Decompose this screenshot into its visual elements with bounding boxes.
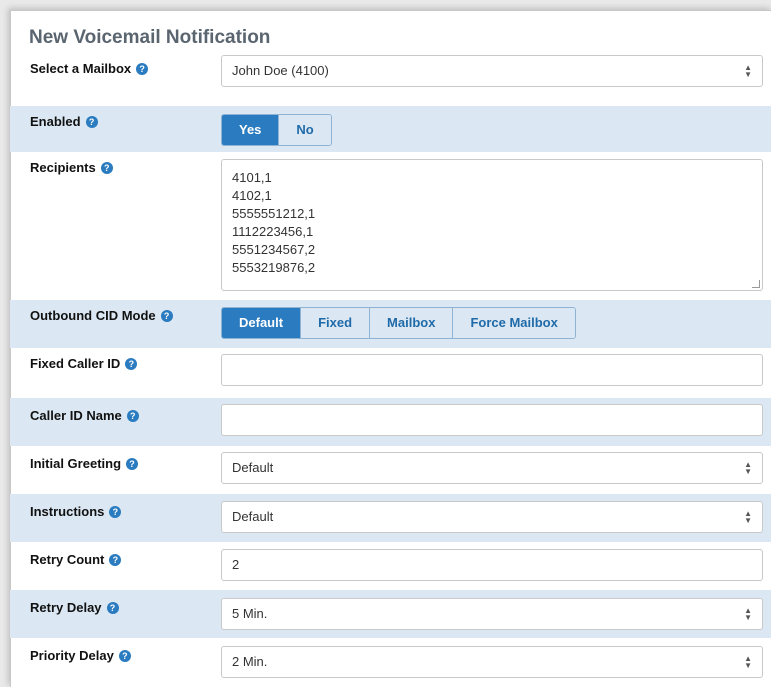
- fixed-caller-id-input[interactable]: [221, 354, 763, 386]
- help-icon[interactable]: ?: [109, 506, 122, 518]
- cid-mode-toggle: Default Fixed Mailbox Force Mailbox: [221, 307, 576, 339]
- priority-delay-select[interactable]: 2 Min. ▲ ▼: [221, 646, 763, 678]
- enabled-label: Enabled?: [30, 114, 98, 129]
- select-arrows-icon: ▲ ▼: [744, 606, 752, 622]
- mailbox-select-value: John Doe (4100): [232, 63, 329, 78]
- row-cid-mode: Outbound CID Mode? Default Fixed Mailbox…: [10, 300, 771, 348]
- row-select-mailbox: Select a Mailbox? John Doe (4100) ▲ ▼: [10, 53, 771, 101]
- row-enabled: Enabled? Yes No: [10, 106, 771, 152]
- row-caller-id-name: Caller ID Name?: [10, 398, 771, 446]
- instructions-value: Default: [232, 509, 274, 524]
- help-icon[interactable]: ?: [126, 458, 139, 470]
- help-icon[interactable]: ?: [109, 554, 122, 566]
- row-retry-count: Retry Count? 2: [10, 542, 771, 590]
- recipient-line: 5553219876,2: [232, 260, 316, 275]
- help-icon[interactable]: ?: [106, 602, 119, 614]
- initial-greeting-label: Initial Greeting?: [30, 456, 139, 471]
- help-icon[interactable]: ?: [136, 63, 149, 75]
- cid-mode-fixed-button[interactable]: Fixed: [300, 308, 370, 338]
- retry-delay-label: Retry Delay?: [30, 600, 119, 615]
- mailbox-label: Select a Mailbox?: [30, 61, 149, 76]
- select-arrows-icon: ▲ ▼: [744, 63, 752, 79]
- recipients-textarea[interactable]: 4101,1 4102,1 5555551212,1 1112223456,1 …: [221, 159, 763, 291]
- row-priority-delay: Priority Delay? 2 Min. ▲ ▼: [10, 638, 771, 686]
- retry-count-label: Retry Count?: [30, 552, 122, 567]
- mailbox-select[interactable]: John Doe (4100) ▲ ▼: [221, 55, 763, 87]
- resize-handle-icon[interactable]: [752, 280, 760, 288]
- retry-count-input[interactable]: 2: [221, 549, 763, 581]
- enabled-no-button[interactable]: No: [278, 115, 331, 145]
- help-icon[interactable]: ?: [100, 162, 113, 174]
- instructions-label: Instructions?: [30, 504, 122, 519]
- help-icon[interactable]: ?: [126, 410, 139, 422]
- priority-delay-label: Priority Delay?: [30, 648, 131, 663]
- cid-mode-mailbox-button[interactable]: Mailbox: [369, 308, 453, 338]
- help-icon[interactable]: ?: [118, 650, 131, 662]
- cid-mode-force-mailbox-button[interactable]: Force Mailbox: [452, 308, 575, 338]
- row-recipients: Recipients? 4101,1 4102,1 5555551212,1 1…: [10, 152, 771, 300]
- recipient-line: 5551234567,2: [232, 242, 316, 257]
- help-icon[interactable]: ?: [125, 358, 138, 370]
- row-instructions: Instructions? Default ▲ ▼: [10, 494, 771, 542]
- instructions-select[interactable]: Default ▲ ▼: [221, 501, 763, 533]
- row-initial-greeting: Initial Greeting? Default ▲ ▼: [10, 446, 771, 494]
- select-arrows-icon: ▲ ▼: [744, 460, 752, 476]
- retry-delay-value: 5 Min.: [232, 606, 268, 621]
- cid-mode-default-button[interactable]: Default: [222, 308, 301, 338]
- select-arrows-icon: ▲ ▼: [744, 509, 752, 525]
- caller-id-name-input[interactable]: [221, 404, 763, 436]
- recipient-line: 5555551212,1: [232, 206, 316, 221]
- page-title: New Voicemail Notification: [29, 27, 271, 48]
- enabled-yes-button[interactable]: Yes: [222, 115, 279, 145]
- help-icon[interactable]: ?: [160, 310, 173, 322]
- initial-greeting-value: Default: [232, 460, 274, 475]
- fixed-caller-id-label: Fixed Caller ID?: [30, 356, 138, 371]
- row-retry-delay: Retry Delay? 5 Min. ▲ ▼: [10, 590, 771, 638]
- priority-delay-value: 2 Min.: [232, 654, 268, 669]
- recipient-line: 1112223456,1: [232, 224, 314, 239]
- select-arrows-icon: ▲ ▼: [744, 654, 752, 670]
- recipients-label: Recipients?: [30, 160, 113, 175]
- caller-id-name-label: Caller ID Name?: [30, 408, 139, 423]
- recipient-line: 4102,1: [232, 188, 272, 203]
- enabled-toggle: Yes No: [221, 114, 332, 146]
- recipient-line: 4101,1: [232, 170, 272, 185]
- retry-delay-select[interactable]: 5 Min. ▲ ▼: [221, 598, 763, 630]
- row-fixed-caller-id: Fixed Caller ID?: [10, 348, 771, 398]
- cid-mode-label: Outbound CID Mode?: [30, 308, 173, 323]
- help-icon[interactable]: ?: [85, 116, 98, 128]
- initial-greeting-select[interactable]: Default ▲ ▼: [221, 452, 763, 484]
